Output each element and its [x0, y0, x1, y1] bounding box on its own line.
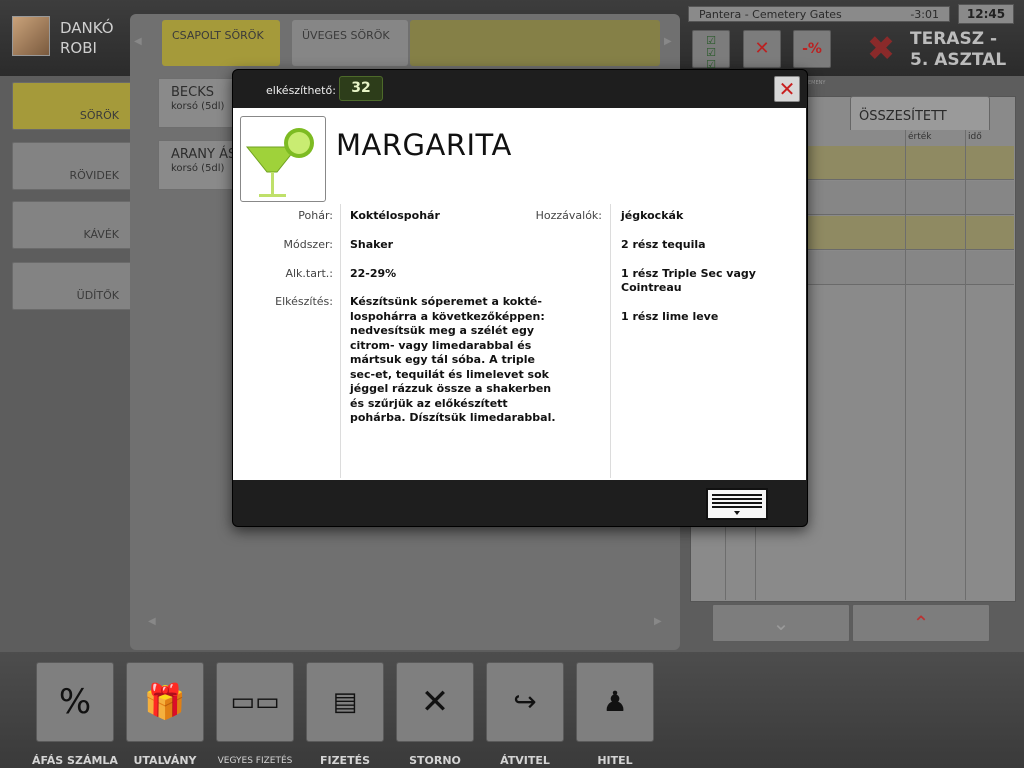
table-icon[interactable]: ✖ — [862, 32, 900, 68]
scroll-down-button[interactable]: ⌄ — [712, 604, 850, 642]
glass-value: Koktélospohár — [350, 209, 440, 222]
method-value: Shaker — [350, 238, 394, 251]
table-label: TERASZ - 5. ASZTAL — [910, 29, 1007, 70]
storno-icon[interactable]: ✕ — [396, 662, 474, 742]
alcohol-label: Alk.tart.: — [285, 267, 333, 280]
drink-title: MARGARITA — [336, 128, 512, 162]
ingredients-label: Hozzávalók: — [535, 209, 602, 222]
subtab-csapolt-sorok[interactable]: CSAPOLT SÖRÖK — [162, 20, 280, 66]
transfer-icon[interactable]: ↪ — [486, 662, 564, 742]
track-time: -3:01 — [910, 8, 939, 21]
available-label: elkészíthető: — [266, 84, 336, 97]
list-lines-icon — [712, 494, 762, 515]
cocktail-glass-icon — [245, 128, 314, 197]
preparation-label: Elkészítés: — [275, 295, 333, 308]
product-name: BECKS — [171, 85, 214, 100]
pos-app: DANKÓ ROBI SÖRÖK RÖVIDEK KÁVÉK ÜDÍTŐK ◀ … — [0, 0, 1024, 768]
hidden-tab-fragment: EMENY — [808, 80, 826, 86]
subtab-strip — [410, 20, 660, 66]
user-name: DANKÓ ROBI — [60, 19, 114, 57]
cards-icon[interactable]: ▭▭ — [216, 662, 294, 742]
toolbar-label: HITEL — [597, 754, 633, 767]
checklist-button[interactable]: ☑ ☑ ☑ — [692, 30, 730, 71]
banknotes-icon[interactable]: ▤ — [306, 662, 384, 742]
page-left-icon[interactable]: ◀ — [148, 616, 156, 627]
gift-icon[interactable]: 🎁 — [126, 662, 204, 742]
method-label: Módszer: — [283, 238, 333, 251]
available-qty-badge: 32 — [339, 76, 383, 101]
discount-button[interactable]: -% — [793, 30, 831, 68]
now-playing: Pantera - Cemetery Gates -3:01 — [688, 6, 950, 22]
column-divider — [905, 130, 906, 600]
preparation-text: Készítsünk sóperemet a kokté- lospohárra… — [350, 295, 556, 424]
list-view-icon[interactable] — [706, 488, 768, 520]
column-divider — [610, 204, 611, 478]
percent-icon[interactable]: % — [36, 662, 114, 742]
tab-osszesitett[interactable]: ÖSSZESÍTETT — [850, 96, 990, 130]
clock: 12:45 — [958, 4, 1014, 24]
track-name: Pantera - Cemetery Gates — [699, 8, 842, 21]
ingredient-item: 1 rész Triple Sec vagy Cointreau — [621, 267, 756, 294]
column-divider — [340, 204, 341, 478]
column-header-ertek: érték — [908, 132, 932, 142]
delete-item-button[interactable]: ✕ — [743, 30, 781, 68]
page-right-icon[interactable]: ▶ — [654, 616, 662, 627]
avatar[interactable] — [12, 16, 50, 56]
scroll-up-button[interactable]: ⌃ — [852, 604, 990, 642]
alcohol-value: 22-29% — [350, 267, 397, 280]
credit-icon[interactable]: ♟ — [576, 662, 654, 742]
ingredient-item: 1 rész lime leve — [621, 310, 719, 323]
glass-label: Pohár: — [298, 209, 333, 222]
column-header-ido: idő — [968, 132, 982, 142]
ingredient-item: 2 rész tequila — [621, 238, 706, 251]
subtab-uveges-sorok[interactable]: ÜVEGES SÖRÖK — [292, 20, 408, 66]
close-button[interactable]: ✕ — [774, 76, 800, 102]
scroll-left-icon[interactable]: ◀ — [134, 36, 142, 47]
column-divider — [965, 130, 966, 600]
scroll-right-icon[interactable]: ▶ — [664, 36, 672, 47]
ingredient-item: jégkockák — [621, 209, 684, 222]
drink-image — [240, 116, 326, 202]
